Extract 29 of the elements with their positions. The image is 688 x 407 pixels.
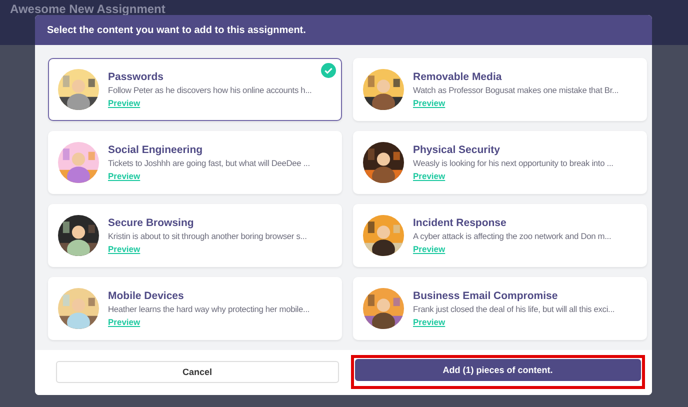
content-card[interactable]: Incident Response A cyber attack is affecting the zoo network and Don m... Preview [353,204,647,267]
cancel-button[interactable]: Cancel [56,361,338,383]
content-card[interactable]: Passwords Follow Peter as he discovers how his online accounts h... Preview [48,58,342,121]
content-card[interactable]: Social Engineering Tickets to Joshhh are going fast, but what will DeeDee ... Preview [48,131,342,194]
card-title: Mobile Devices [108,289,185,303]
card-title: Social Engineering [108,143,204,157]
page-title: Awesome New Assignment [10,2,166,16]
card-description: Heather learns the hard way why protecting her mobile... [108,303,310,316]
card-title: Secure Browsing [108,216,195,230]
card-title: Physical Security [413,143,501,157]
content-card[interactable]: Physical Security Weasly is looking for his next opportunity to break into ... Preview [353,131,647,194]
add-content-button[interactable]: Add (1) pieces of content. [354,359,641,381]
card-description: Follow Peter as he discovers how his online accounts h... [108,84,312,97]
content-card[interactable]: Business Email Compromise Frank just closed the deal of his life, but will all this exci... Preview [353,277,647,340]
checkmark-icon [321,63,336,78]
modal-title: Select the content you want to add to this assignment. [47,24,306,36]
card-description: Weasly is looking for his next opportunity to break into ... [413,157,614,170]
card-title: Incident Response [413,216,508,230]
card-description: Watch as Professor Bogusat makes one mistake that Br... [413,84,619,97]
content-card[interactable]: Removable Media Watch as Professor Bogusat makes one mistake that Br... Preview [353,58,647,121]
card-description: Tickets to Joshhh are going fast, but what will DeeDee ... [108,157,310,170]
content-card[interactable]: Secure Browsing Kristin is about to sit through another boring browser s... Preview [48,204,342,267]
card-description: Kristin is about to sit through another boring browser s... [108,230,307,243]
card-title: Passwords [108,70,164,84]
card-description: Frank just closed the deal of his life, but will all this exci... [413,303,615,316]
content-card[interactable]: Mobile Devices Heather learns the hard way why protecting her mobile... Preview [48,277,342,340]
card-title: Removable Media [413,70,503,84]
card-title: Business Email Compromise [413,289,559,303]
card-description: A cyber attack is affecting the zoo network and Don m... [413,230,612,243]
